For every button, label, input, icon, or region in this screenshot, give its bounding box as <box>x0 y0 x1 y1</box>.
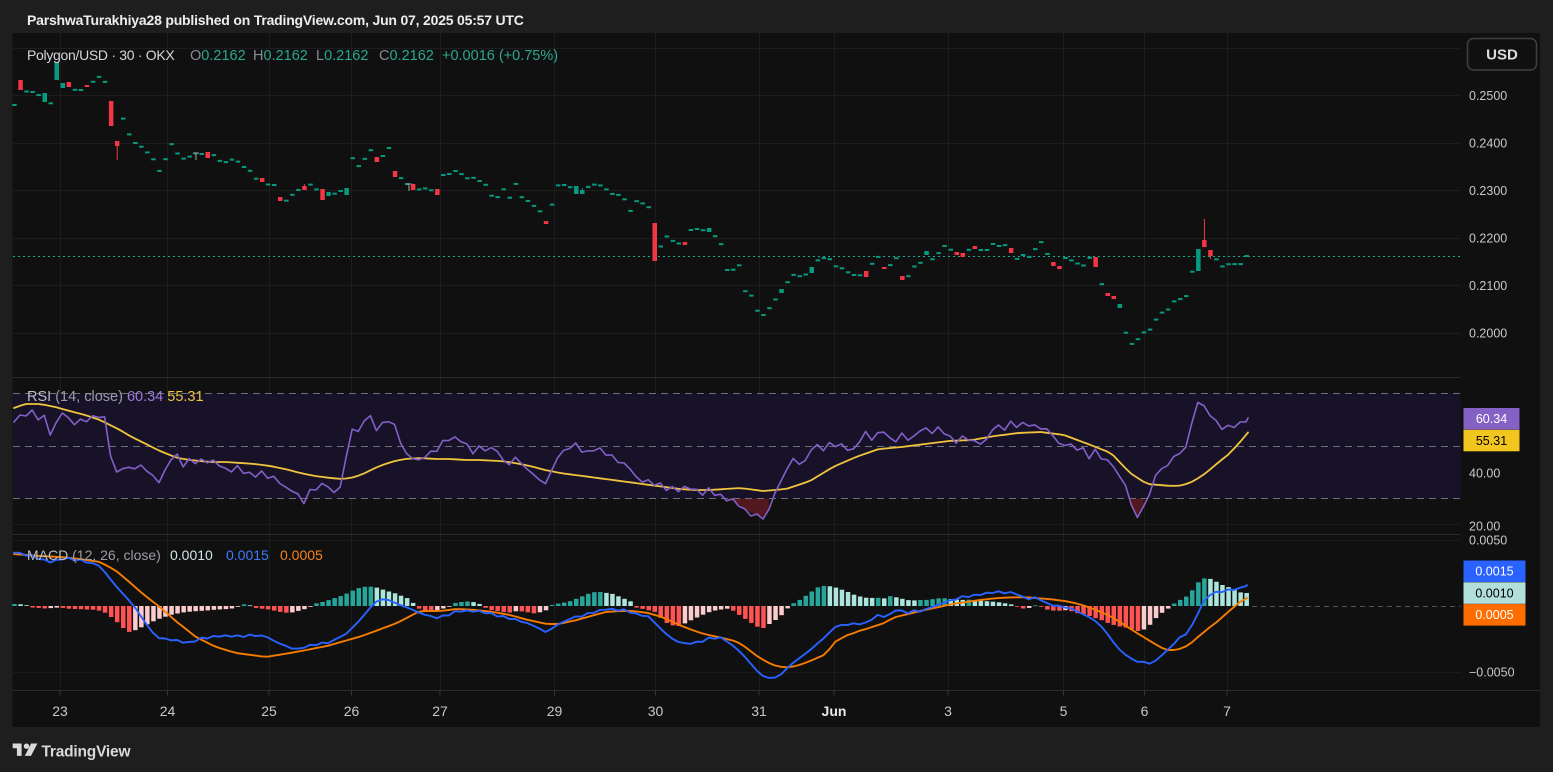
svg-text:6: 6 <box>1141 703 1149 719</box>
svg-text:60.34: 60.34 <box>1476 412 1507 426</box>
svg-text:0.0010: 0.0010 <box>1475 586 1513 600</box>
svg-text:USD: USD <box>1486 47 1518 64</box>
svg-text:Jun: Jun <box>822 703 847 719</box>
svg-text:0.2400: 0.2400 <box>1469 136 1507 150</box>
svg-text:Polygon/USD · 30 · OKX: Polygon/USD · 30 · OKX <box>27 47 175 63</box>
svg-text:0.2300: 0.2300 <box>1469 184 1507 198</box>
svg-text:0.0005: 0.0005 <box>280 547 323 563</box>
svg-text:31: 31 <box>751 703 767 719</box>
svg-text:−0.0050: −0.0050 <box>1469 665 1515 679</box>
svg-text:TradingView: TradingView <box>42 744 132 761</box>
svg-text:RSI (14, close) 60.34 55.31: RSI (14, close) 60.34 55.31 <box>27 389 204 405</box>
svg-text:+0.0016 (+0.75%): +0.0016 (+0.75%) <box>442 48 558 64</box>
svg-text:0.0010: 0.0010 <box>170 547 213 563</box>
svg-text:0.0015: 0.0015 <box>1475 565 1513 579</box>
svg-text:H0.2162: H0.2162 <box>253 48 308 64</box>
svg-text:T: T <box>193 151 200 163</box>
svg-text:L0.2162: L0.2162 <box>316 48 368 64</box>
svg-text:40.00: 40.00 <box>1469 466 1500 480</box>
svg-text:C0.2162: C0.2162 <box>379 48 434 64</box>
svg-text:O0.2162: O0.2162 <box>190 48 246 64</box>
svg-text:25: 25 <box>261 703 277 719</box>
svg-text:T: T <box>406 182 413 194</box>
svg-text:0.2500: 0.2500 <box>1469 89 1507 103</box>
svg-text:26: 26 <box>344 703 360 719</box>
svg-text:5: 5 <box>1060 703 1068 719</box>
svg-text:30: 30 <box>648 703 664 719</box>
svg-text:0.2100: 0.2100 <box>1469 279 1507 293</box>
svg-text:7: 7 <box>1223 703 1231 719</box>
svg-text:0.2000: 0.2000 <box>1469 326 1507 340</box>
svg-text:3: 3 <box>944 703 952 719</box>
svg-text:24: 24 <box>160 703 176 719</box>
svg-text:55.31: 55.31 <box>1476 434 1507 448</box>
svg-text:0.0015: 0.0015 <box>226 547 269 563</box>
svg-text:0.0005: 0.0005 <box>1475 608 1513 622</box>
svg-text:23: 23 <box>52 703 68 719</box>
svg-text:0.0050: 0.0050 <box>1469 534 1507 548</box>
svg-text:29: 29 <box>547 703 563 719</box>
svg-text:20.00: 20.00 <box>1469 519 1500 533</box>
svg-text:27: 27 <box>432 703 448 719</box>
svg-text:0.2200: 0.2200 <box>1469 231 1507 245</box>
svg-text:ParshwaTurakhiya28 published o: ParshwaTurakhiya28 published on TradingV… <box>27 12 524 28</box>
svg-text:MACD (12, 26, close): MACD (12, 26, close) <box>27 547 161 563</box>
